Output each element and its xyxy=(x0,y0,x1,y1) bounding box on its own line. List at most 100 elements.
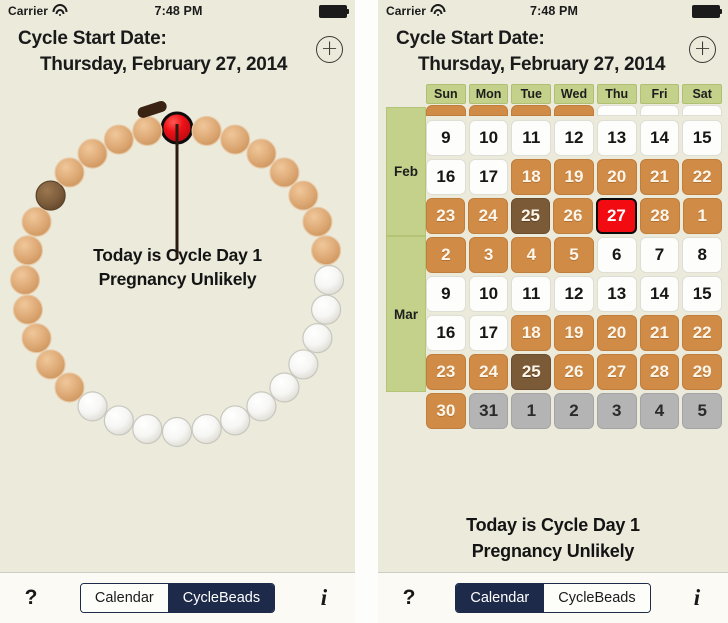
bead-15-white[interactable] xyxy=(220,405,251,436)
bead-32-tan[interactable] xyxy=(132,115,163,147)
bead-13-white[interactable] xyxy=(269,372,300,403)
help-button[interactable]: ? xyxy=(392,586,426,610)
bead-11-white[interactable] xyxy=(302,323,333,354)
calendar-day-cell[interactable]: 27 xyxy=(596,354,637,390)
calendar-day-cell[interactable]: 17 xyxy=(468,159,509,195)
calendar-day-cell[interactable]: 19 xyxy=(554,159,594,195)
bead-23-tan[interactable] xyxy=(21,323,52,354)
calendar-day-cell[interactable]: 5 xyxy=(554,237,594,273)
bead-7-tan[interactable] xyxy=(302,206,333,237)
calendar-day-cell[interactable]: 11 xyxy=(511,120,552,156)
bead-16-white[interactable] xyxy=(191,413,222,445)
tab-cyclebeads[interactable]: CycleBeads xyxy=(543,584,650,612)
calendar-day-cell[interactable]: 15 xyxy=(682,120,722,156)
bead-27-tan[interactable] xyxy=(21,206,52,237)
bead-31-tan[interactable] xyxy=(103,124,134,155)
bead-6-tan[interactable] xyxy=(288,180,319,211)
calendar-day-cell[interactable]: 10 xyxy=(468,120,509,156)
bead-24-tan[interactable] xyxy=(12,294,44,325)
bead-12-white[interactable] xyxy=(288,349,319,380)
tab-calendar[interactable]: Calendar xyxy=(456,584,544,612)
bead-4-tan[interactable] xyxy=(246,138,277,169)
calendar-day-cell[interactable]: 5 xyxy=(554,105,594,116)
calendar-day-cell[interactable]: 10 xyxy=(468,276,509,312)
plus-circle-icon[interactable]: + xyxy=(689,36,716,63)
calendar-day-cell[interactable]: 1 xyxy=(682,198,722,234)
tab-calendar[interactable]: Calendar xyxy=(80,584,168,612)
bead-2-tan[interactable] xyxy=(191,115,222,147)
bead-18-white[interactable] xyxy=(132,413,163,445)
plus-circle-icon[interactable]: + xyxy=(316,36,343,63)
calendar-day-cell[interactable]: 4 xyxy=(511,237,552,273)
calendar-day-cell[interactable]: 14 xyxy=(639,276,680,312)
calendar-day-cell[interactable]: 28 xyxy=(640,198,680,234)
info-button[interactable]: i xyxy=(307,585,341,611)
bead-22-tan[interactable] xyxy=(35,349,66,380)
calendar-day-cell[interactable]: 29 xyxy=(682,354,722,390)
calendar-day-cell[interactable]: 2 xyxy=(554,393,594,429)
calendar-day-cell[interactable]: 8 xyxy=(682,237,722,273)
bead-3-tan[interactable] xyxy=(220,124,251,155)
info-button[interactable]: i xyxy=(680,585,714,611)
calendar-day-cell[interactable]: 9 xyxy=(426,276,466,312)
calendar-day-cell[interactable]: 23 xyxy=(426,198,466,234)
bead-10-white[interactable] xyxy=(310,294,342,325)
calendar-day-cell[interactable]: 25 xyxy=(511,354,552,390)
calendar-day-cell[interactable]: 7 xyxy=(639,237,680,273)
bead-14-white[interactable] xyxy=(246,391,277,422)
calendar-day-cell[interactable]: 23 xyxy=(426,354,466,390)
calendar-day-cell[interactable]: 20 xyxy=(596,159,637,195)
calendar-day-cell[interactable]: 27 xyxy=(595,198,638,234)
calendar-day-cell[interactable]: 11 xyxy=(511,276,552,312)
bead-20-white[interactable] xyxy=(77,391,108,422)
calendar-day-cell[interactable]: 30 xyxy=(426,393,466,429)
calendar-day-cell[interactable]: 17 xyxy=(468,315,509,351)
calendar-day-cell[interactable]: 3 xyxy=(596,393,637,429)
bead-21-tan[interactable] xyxy=(54,372,85,403)
calendar-day-cell[interactable]: 12 xyxy=(554,120,594,156)
calendar-day-cell[interactable]: 19 xyxy=(554,315,594,351)
calendar-day-cell[interactable]: 24 xyxy=(468,354,509,390)
calendar-day-cell[interactable]: 12 xyxy=(554,276,594,312)
calendar-day-cell[interactable]: 18 xyxy=(511,315,552,351)
calendar-day-cell[interactable]: 2 xyxy=(426,105,466,116)
calendar-day-cell[interactable]: 9 xyxy=(426,120,466,156)
segmented-control-right[interactable]: Calendar CycleBeads xyxy=(455,583,651,613)
cyclebeads-diagram[interactable]: Today is Cycle Day 1 Pregnancy Unlikely xyxy=(0,84,355,572)
calendar-day-cell[interactable]: 6 xyxy=(596,237,637,273)
calendar-day-cell[interactable]: 26 xyxy=(554,354,594,390)
calendar-day-cell[interactable]: 22 xyxy=(682,315,722,351)
bead-28-dark[interactable] xyxy=(35,180,66,211)
calendar-day-cell[interactable]: 21 xyxy=(639,159,680,195)
calendar-day-cell[interactable]: 7 xyxy=(639,105,680,116)
tab-cyclebeads[interactable]: CycleBeads xyxy=(167,584,275,612)
calendar-day-cell[interactable]: 4 xyxy=(639,393,680,429)
bead-29-tan[interactable] xyxy=(54,157,85,188)
calendar-day-cell[interactable]: 18 xyxy=(511,159,552,195)
calendar-day-cell[interactable]: 4 xyxy=(511,105,552,116)
calendar-day-cell[interactable]: 26 xyxy=(553,198,593,234)
calendar-day-cell[interactable]: 16 xyxy=(426,315,466,351)
calendar-day-cell[interactable]: 6 xyxy=(596,105,637,116)
calendar-day-cell[interactable]: 8 xyxy=(682,105,722,116)
bead-30-tan[interactable] xyxy=(77,138,108,169)
calendar-day-cell[interactable]: 24 xyxy=(468,198,508,234)
calendar-day-cell[interactable]: 31 xyxy=(468,393,509,429)
calendar-day-cell[interactable]: 25 xyxy=(510,198,551,234)
bead-17-white[interactable] xyxy=(161,416,193,448)
bead-5-tan[interactable] xyxy=(269,157,300,188)
calendar-day-cell[interactable]: 3 xyxy=(468,237,509,273)
calendar-day-cell[interactable]: 1 xyxy=(511,393,552,429)
calendar-day-cell[interactable]: 13 xyxy=(596,120,637,156)
calendar-day-cell[interactable]: 21 xyxy=(639,315,680,351)
calendar-day-cell[interactable]: 3 xyxy=(468,105,509,116)
calendar-day-cell[interactable]: 5 xyxy=(682,393,722,429)
calendar-day-cell[interactable]: 20 xyxy=(596,315,637,351)
calendar-day-cell[interactable]: 13 xyxy=(596,276,637,312)
calendar-day-cell[interactable]: 16 xyxy=(426,159,466,195)
calendar-day-cell[interactable]: 22 xyxy=(682,159,722,195)
calendar-day-cell[interactable]: 15 xyxy=(682,276,722,312)
calendar-day-cell[interactable]: 2 xyxy=(426,237,466,273)
bead-19-white[interactable] xyxy=(103,405,134,436)
calendar-day-cell[interactable]: 14 xyxy=(639,120,680,156)
